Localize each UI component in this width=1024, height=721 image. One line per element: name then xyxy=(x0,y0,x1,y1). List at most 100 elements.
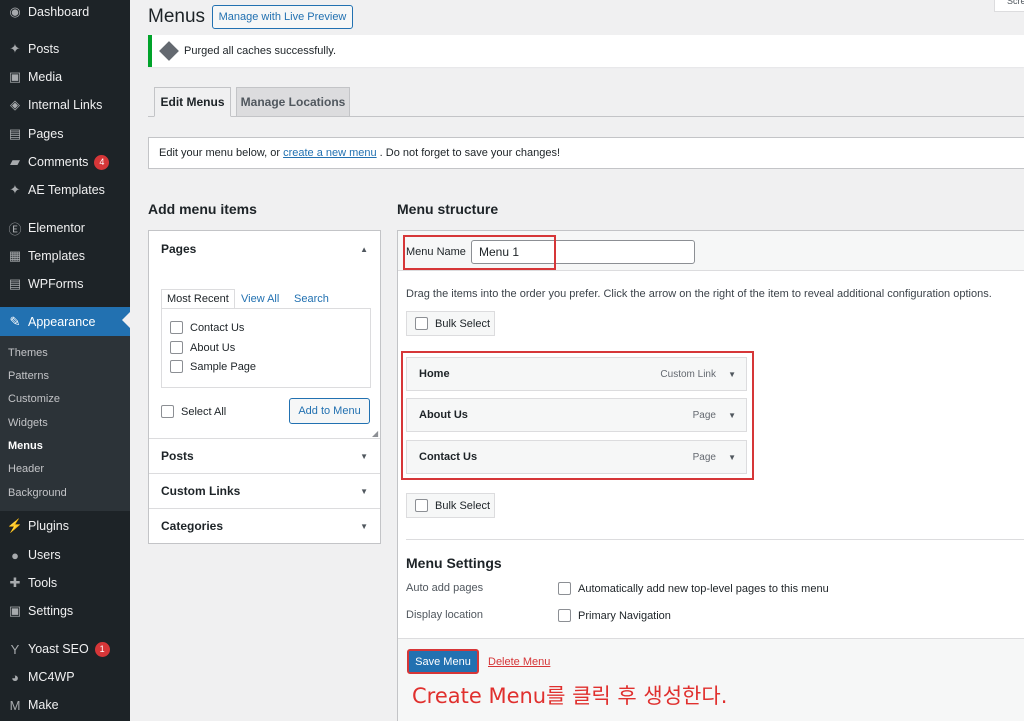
sidebar-item-internal-links[interactable]: ◈ Internal Links xyxy=(0,92,130,118)
checkbox[interactable] xyxy=(558,609,571,622)
bulk-select-bottom[interactable]: Bulk Select xyxy=(406,493,495,518)
instruction-caption: Create Menu를 클릭 후 생성한다. xyxy=(412,684,728,708)
auto-add-label: Auto add pages xyxy=(406,582,484,594)
checkbox[interactable] xyxy=(170,321,183,334)
intro-text-after: . Do not forget to save your changes! xyxy=(379,147,561,159)
menu-settings-heading: Menu Settings xyxy=(406,555,502,571)
checkbox[interactable] xyxy=(161,405,174,418)
list-item[interactable]: Sample Page xyxy=(170,360,256,373)
save-menu-button[interactable]: Save Menu xyxy=(407,649,479,674)
tab-most-recent[interactable]: Most Recent xyxy=(161,289,235,309)
sidebar-item-mc4wp[interactable]: ◕ MC4WP xyxy=(0,664,130,690)
highlight-box xyxy=(403,235,556,270)
checkbox[interactable] xyxy=(415,317,428,330)
dashboard-icon: ◉ xyxy=(9,4,21,19)
sidebar-item-comments[interactable]: ▰ Comments 4 xyxy=(0,149,130,175)
elementor-icon: Ⓔ xyxy=(8,221,22,237)
divider xyxy=(406,539,1024,540)
sidebar-item-make[interactable]: M Make xyxy=(0,692,130,718)
sidebar-item-users[interactable]: ● Users xyxy=(0,542,130,568)
delete-menu-link[interactable]: Delete Menu xyxy=(488,656,550,668)
checkbox[interactable] xyxy=(415,499,428,512)
sidebar-item-yoast-seo[interactable]: Y Yoast SEO 1 xyxy=(0,636,130,662)
resize-handle-icon[interactable]: ◢ xyxy=(372,429,378,438)
mailchimp-icon: ◕ xyxy=(11,669,19,685)
collapse-arrow-icon: ▲ xyxy=(360,244,368,254)
submenu-item-widgets[interactable]: Widgets xyxy=(8,417,48,429)
submenu-item-background[interactable]: Background xyxy=(8,487,67,499)
add-menu-items-heading: Add menu items xyxy=(148,201,257,217)
checkbox[interactable] xyxy=(170,360,183,373)
expand-arrow-icon: ▼ xyxy=(360,451,368,461)
sidebar-item-tools[interactable]: ✚ Tools xyxy=(0,570,130,596)
wrench-icon: ✚ xyxy=(9,575,21,590)
menu-intro: Edit your menu below, or create a new me… xyxy=(148,137,1024,169)
submenu-item-menus[interactable]: Menus xyxy=(8,440,43,452)
pages-icon: ▤ xyxy=(8,126,22,141)
screen-options-button[interactable]: Scre xyxy=(994,0,1024,12)
submenu-item-themes[interactable]: Themes xyxy=(8,347,48,359)
yoast-count-badge: 1 xyxy=(94,641,110,657)
expand-arrow-icon: ▼ xyxy=(360,521,368,531)
pages-tabs: Most Recent View All Search xyxy=(161,289,371,309)
bulk-select-top[interactable]: Bulk Select xyxy=(406,311,495,336)
sidebar-item-elementor[interactable]: Ⓔ Elementor xyxy=(0,215,130,241)
forms-icon: ▤ xyxy=(8,276,22,291)
settings-icon: ▣ xyxy=(8,603,22,618)
sidebar-item-posts[interactable]: ✦ Posts xyxy=(0,36,130,62)
comments-count-badge: 4 xyxy=(94,154,110,170)
cache-icon xyxy=(159,41,179,61)
pages-list: Contact Us About Us Sample Page xyxy=(161,308,371,388)
admin-sidebar: ◉ Dashboard ✦ Posts ▣ Media ◈ Internal Links… xyxy=(0,0,130,721)
sidebar-item-pages[interactable]: ▤ Pages xyxy=(0,121,130,147)
sidebar-item-media[interactable]: ▣ Media xyxy=(0,64,130,90)
menu-structure-panel: Menu Name Menu 1 Drag the items into the… xyxy=(397,230,1024,721)
submenu-item-patterns[interactable]: Patterns xyxy=(8,370,49,382)
sidebar-item-settings[interactable]: ▣ Settings xyxy=(0,598,130,624)
folder-icon: ▦ xyxy=(8,248,22,263)
media-icon: ▣ xyxy=(8,69,22,84)
accordion-categories[interactable]: Categories ▼ xyxy=(149,508,380,543)
success-notice: Purged all caches successfully. xyxy=(148,35,1024,67)
add-to-menu-button[interactable]: Add to Menu xyxy=(289,398,370,424)
highlight-box xyxy=(401,351,754,480)
add-menu-items-panel: Pages ▲ Most Recent View All Search Cont… xyxy=(148,230,381,544)
notice-text: Purged all caches successfully. xyxy=(184,45,337,57)
sidebar-item-templates[interactable]: ▦ Templates xyxy=(0,243,130,269)
brush-icon: ✎ xyxy=(9,314,21,329)
submenu-item-header[interactable]: Header xyxy=(8,463,44,475)
sidebar-item-dashboard[interactable]: ◉ Dashboard xyxy=(0,0,130,25)
auto-add-checkbox[interactable]: Automatically add new top-level pages to… xyxy=(558,582,829,595)
submenu-item-customize[interactable]: Customize xyxy=(8,393,60,405)
drag-instructions: Drag the items into the order you prefer… xyxy=(406,288,992,300)
tab-view-all[interactable]: View All xyxy=(241,289,279,309)
accordion-pages[interactable]: Pages ▲ xyxy=(149,231,380,267)
create-new-menu-link[interactable]: create a new menu xyxy=(283,147,377,159)
pin-icon: ✦ xyxy=(9,41,21,56)
sidebar-item-plugins[interactable]: ⚡ Plugins xyxy=(0,513,130,539)
tab-edit-menus[interactable]: Edit Menus xyxy=(154,87,231,117)
list-item[interactable]: About Us xyxy=(170,341,235,354)
checkbox[interactable] xyxy=(170,341,183,354)
sidebar-item-ae-templates[interactable]: ✦ AE Templates xyxy=(0,177,130,203)
checkbox[interactable] xyxy=(558,582,571,595)
display-location-label: Display location xyxy=(406,609,484,621)
live-preview-button[interactable]: Manage with Live Preview xyxy=(212,5,353,29)
select-all-checkbox[interactable]: Select All xyxy=(161,405,226,418)
make-icon: M xyxy=(9,697,21,713)
page-title: Menus xyxy=(148,6,206,27)
accordion-custom-links[interactable]: Custom Links ▼ xyxy=(149,473,380,508)
tab-search[interactable]: Search xyxy=(294,289,329,309)
primary-navigation-checkbox[interactable]: Primary Navigation xyxy=(558,609,671,622)
yoast-icon: Y xyxy=(10,641,20,657)
expand-arrow-icon: ▼ xyxy=(360,486,368,496)
list-item[interactable]: Contact Us xyxy=(170,321,244,334)
comment-icon: ▰ xyxy=(10,154,20,169)
tab-manage-locations[interactable]: Manage Locations xyxy=(236,87,350,117)
sidebar-item-wpforms[interactable]: ▤ WPForms xyxy=(0,271,130,297)
sidebar-item-appearance[interactable]: ✎ Appearance xyxy=(0,307,130,337)
accordion-posts[interactable]: Posts ▼ xyxy=(149,438,380,473)
link-icon: ◈ xyxy=(10,97,20,112)
appearance-submenu: Themes Patterns Customize Widgets Menus … xyxy=(0,336,130,511)
plug-icon: ⚡ xyxy=(6,518,24,533)
